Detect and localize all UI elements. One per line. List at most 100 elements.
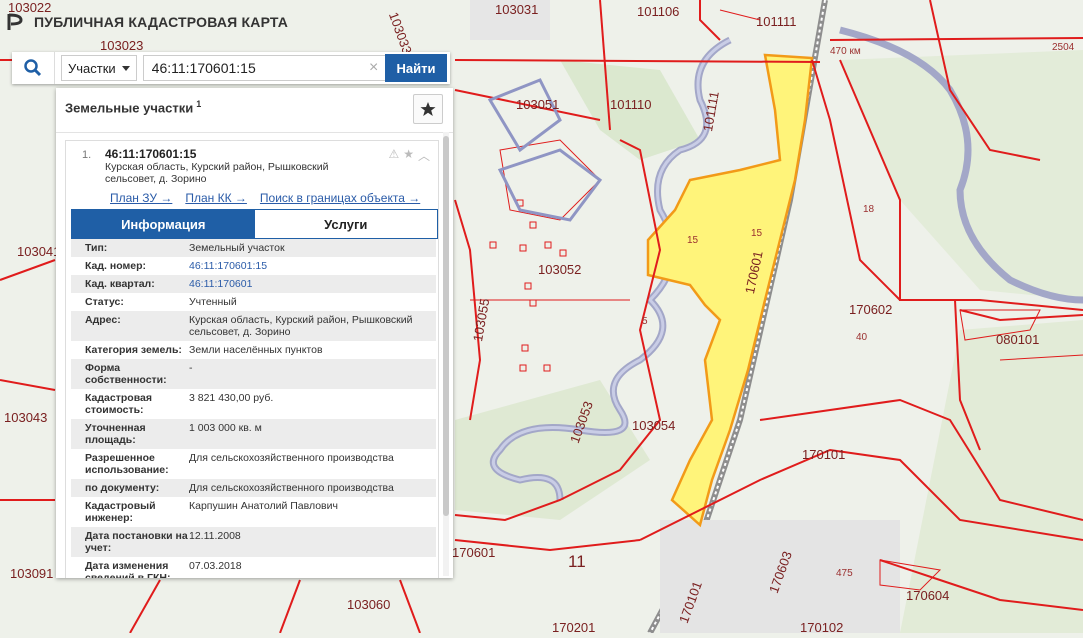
info-row: по документу: Для сельскохозяйственного п… <box>71 479 436 497</box>
info-value: Земельный участок <box>189 242 285 254</box>
map-label: 15 <box>687 235 699 246</box>
search-icon[interactable] <box>12 52 55 84</box>
info-value: 3 821 430,00 руб. <box>189 392 274 404</box>
chevron-down-icon <box>121 65 130 71</box>
info-table: Тип: Земельный участок Кад. номер: 46:11:17… <box>71 239 436 578</box>
info-row: Адрес: Курская область, Курский район, Ры… <box>71 311 436 341</box>
search-bar: Участки × Найти <box>12 52 450 84</box>
info-value: Для сельскохозяйственного производства <box>189 452 394 464</box>
map-label: 103023 <box>100 38 144 53</box>
search-in-bounds-link[interactable]: Поиск в границах объекта → <box>260 191 420 205</box>
info-row: Разрешенное использование: Для сельскохоз… <box>71 449 436 479</box>
result-card[interactable]: 1. 46:11:170601:15 Курская область, Курс… <box>65 140 439 578</box>
info-value: 07.03.2018 <box>189 560 242 572</box>
panel-title-text: Земельные участки <box>65 100 194 116</box>
info-value: Земли населённых пунктов <box>189 344 323 356</box>
map-label: 080101 <box>996 332 1040 347</box>
map-label: 475 <box>836 568 853 579</box>
info-value: 1 003 000 кв. м <box>189 422 262 434</box>
info-row: Уточненная площадь: 1 003 000 кв. м <box>71 419 436 449</box>
map-label: 170101 <box>802 447 846 462</box>
result-address: Курская область, Курский район, Рышковск… <box>105 161 329 185</box>
result-cad-number: 46:11:170601:15 <box>105 147 197 161</box>
tab-information[interactable]: Информация <box>72 210 255 238</box>
info-row: Тип: Земельный участок <box>71 239 436 257</box>
tabs: Информация Услуги <box>71 209 438 239</box>
map-label: 5 <box>642 316 648 327</box>
info-row: Кад. квартал: 46:11:170601 <box>71 275 436 293</box>
favorite-button[interactable] <box>413 94 443 124</box>
map-label: 101106 <box>637 4 680 19</box>
plan-zu-link[interactable]: План ЗУ → <box>110 191 172 205</box>
clear-icon[interactable]: × <box>365 59 383 77</box>
panel-title: Земельные участки 1 <box>65 99 201 115</box>
info-key: Разрешенное использование: <box>85 452 169 476</box>
info-value: Учтенный <box>189 296 237 308</box>
info-key: Дата постановки на учет: <box>85 530 188 554</box>
tab-services[interactable]: Услуги <box>254 210 437 238</box>
collapse-icon[interactable]: ︿ <box>418 147 430 164</box>
info-key: Адрес: <box>85 314 121 326</box>
result-count: 1 <box>196 99 202 109</box>
info-value: - <box>189 362 193 374</box>
card-actions: ⚠ ★ ︿ <box>388 147 430 164</box>
star-icon <box>420 102 436 116</box>
results-panel: Земельные участки 1 1. 46:11:170601:15 Ку… <box>56 88 453 578</box>
info-row: Дата постановки на учет: 12.11.2008 <box>71 527 436 557</box>
map-label: 15 <box>751 228 763 239</box>
app-header: ПУБЛИЧНАЯ КАДАСТРОВАЯ КАРТА <box>6 12 288 32</box>
result-index: 1. <box>82 149 92 161</box>
info-key: Уточненная площадь: <box>85 422 146 446</box>
map-label: 2504 <box>1052 42 1075 53</box>
info-value: Для сельскохозяйственного производства <box>189 482 394 494</box>
info-key: Кадастровый инженер: <box>85 500 156 524</box>
map-label: 11 <box>568 552 586 571</box>
map-label: 103060 <box>347 597 391 612</box>
map-label: 101110 <box>610 97 652 112</box>
map-label: 40 <box>856 332 868 343</box>
object-type-select[interactable]: Участки <box>61 55 137 81</box>
info-key: Статус: <box>85 296 124 308</box>
map-label: 103031 <box>495 2 539 17</box>
card-links: План ЗУ → План КК → Поиск в границах объ… <box>110 191 420 205</box>
info-row: Кадастровая стоимость: 3 821 430,00 руб. <box>71 389 436 419</box>
info-key: Категория земель: <box>85 344 182 356</box>
info-key: Дата изменения сведений в ГКН: <box>85 560 171 578</box>
panel-scrollbar[interactable] <box>443 132 449 576</box>
info-row: Дата изменения сведений в ГКН: 07.03.2018 <box>71 557 436 578</box>
object-type-label: Участки <box>68 60 116 76</box>
info-key: Кадастровая стоимость: <box>85 392 152 416</box>
info-row: Кадастровый инженер: Карпушин Анатолий Па… <box>71 497 436 527</box>
info-key: Кад. квартал: <box>85 278 155 290</box>
info-value: Карпушин Анатолий Павлович <box>189 500 338 512</box>
logo-icon <box>7 13 23 30</box>
info-key: по документу: <box>85 482 160 494</box>
map-label: 103041 <box>17 244 61 259</box>
map-label: 170604 <box>906 588 950 603</box>
map-label: 103091 <box>10 566 54 581</box>
map-label: 101111 <box>756 14 797 29</box>
map-label: 103052 <box>538 262 582 277</box>
star-icon[interactable]: ★ <box>403 147 414 164</box>
map-label: 103051 <box>516 97 560 112</box>
warning-icon[interactable]: ⚠ <box>388 147 399 164</box>
info-row: Категория земель: Земли населённых пункто… <box>71 341 436 359</box>
info-row: Кад. номер: 46:11:170601:15 <box>71 257 436 275</box>
info-row: Форма собственности: - <box>71 359 436 389</box>
map-label: 18 <box>863 204 875 215</box>
info-value: 12.11.2008 <box>189 530 241 542</box>
map-label: 470 км <box>830 46 861 57</box>
map-label: 170601 <box>452 545 496 560</box>
map-label: 170602 <box>849 302 893 317</box>
info-row: Статус: Учтенный <box>71 293 436 311</box>
info-value[interactable]: 46:11:170601:15 <box>189 260 436 272</box>
scroll-thumb[interactable] <box>443 136 449 516</box>
info-key: Тип: <box>85 242 108 254</box>
plan-kk-link[interactable]: План КК → <box>185 191 247 205</box>
find-button[interactable]: Найти <box>385 54 447 82</box>
info-key: Кад. номер: <box>85 260 147 272</box>
info-value: Курская область, Курский район, Рышковск… <box>189 314 413 338</box>
map-label: 103043 <box>4 410 48 425</box>
info-value[interactable]: 46:11:170601 <box>189 278 436 290</box>
search-input[interactable] <box>142 55 391 81</box>
